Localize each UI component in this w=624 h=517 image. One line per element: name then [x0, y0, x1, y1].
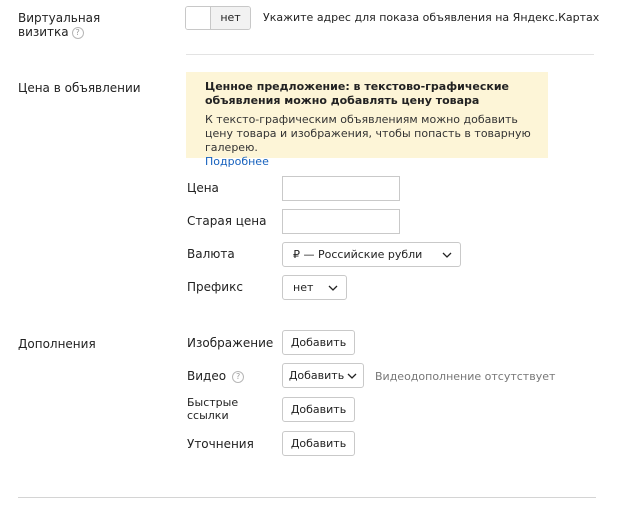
notice-title: Ценное предложение: в текстово-графическ…: [205, 80, 510, 107]
price-input[interactable]: [282, 176, 400, 201]
help-icon[interactable]: ?: [71, 27, 84, 39]
divider: [186, 54, 594, 55]
prefix-select[interactable]: нет: [282, 275, 347, 300]
currency-select[interactable]: ₽ — Российские рубли: [282, 242, 461, 267]
old-price-input[interactable]: [282, 209, 400, 234]
bottom-divider: [18, 497, 596, 498]
prefix-value: нет: [293, 281, 314, 294]
price-section-label: Цена в объявлении: [18, 81, 141, 95]
vcard-label-line2: визитка: [18, 25, 69, 39]
notice-more-link[interactable]: Подробнее: [205, 155, 534, 169]
old-price-label: Старая цена: [187, 214, 267, 228]
image-label: Изображение: [187, 336, 274, 350]
callouts-label: Уточнения: [187, 437, 254, 451]
currency-value: ₽ — Российские рубли: [293, 248, 423, 261]
vcard-label-line1: Виртуальная: [18, 11, 101, 25]
video-label: Видео: [187, 369, 227, 383]
toggle-value: нет: [211, 7, 250, 29]
prefix-label: Префикс: [187, 280, 243, 294]
chevron-down-icon: [347, 373, 357, 379]
vcard-toggle[interactable]: нет: [185, 6, 251, 30]
add-video-dropdown[interactable]: Добавить: [282, 363, 364, 388]
quicklinks-label-line1: Быстрые: [187, 396, 239, 409]
help-icon[interactable]: ?: [232, 371, 245, 383]
currency-label: Валюта: [187, 247, 235, 261]
quicklinks-label-line2: ссылки: [187, 409, 229, 422]
video-status: Видеодополнение отсутствует: [375, 370, 556, 383]
notice-body: К тексто-графическим объявлениям можно д…: [205, 113, 531, 154]
extras-section-label: Дополнения: [18, 337, 96, 351]
quicklinks-label: Быстрые ссылки: [187, 396, 238, 422]
video-label-row: Видео?: [187, 369, 245, 383]
vcard-description: Укажите адрес для показа объявления на Я…: [263, 11, 600, 24]
chevron-down-icon: [442, 252, 452, 258]
add-quicklinks-button[interactable]: Добавить: [282, 397, 355, 422]
toggle-knob: [186, 7, 211, 29]
price-label: Цена: [187, 181, 219, 195]
vcard-label: Виртуальная визитка?: [18, 11, 100, 39]
add-image-button[interactable]: Добавить: [282, 330, 355, 355]
chevron-down-icon: [328, 285, 338, 291]
price-notice: Ценное предложение: в текстово-графическ…: [186, 72, 548, 168]
add-callouts-button[interactable]: Добавить: [282, 431, 355, 456]
add-video-label: Добавить: [288, 369, 345, 382]
